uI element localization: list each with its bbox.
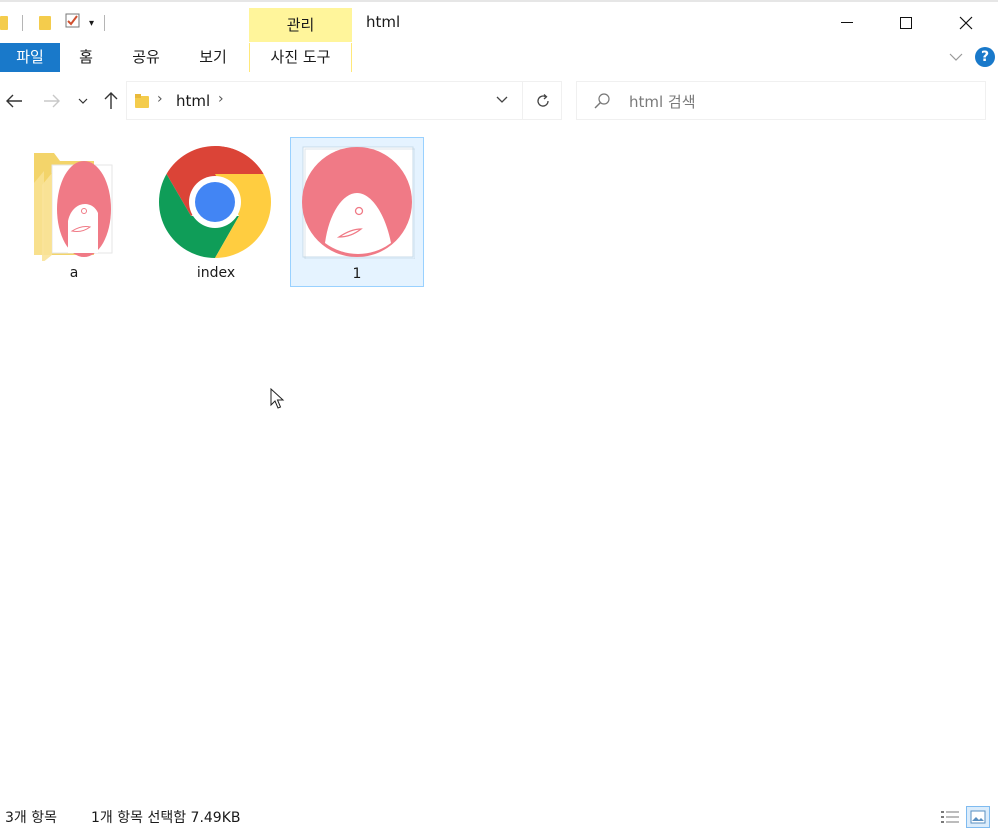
breadcrumb-separator-icon[interactable]: › [218, 91, 224, 107]
details-view-button[interactable] [938, 806, 962, 828]
breadcrumb-html[interactable]: html [176, 92, 210, 110]
back-button[interactable] [0, 88, 28, 114]
customize-toolbar-dropdown-icon[interactable]: ▾ [89, 18, 94, 29]
quick-access-toolbar: ▾ [0, 9, 106, 37]
tab-file[interactable]: 파일 [0, 43, 60, 72]
expand-ribbon-icon[interactable] [948, 50, 964, 66]
toolbar-divider [22, 15, 23, 31]
tab-picture-tools[interactable]: 사진 도구 [249, 43, 352, 72]
mouse-pointer-icon [270, 387, 286, 414]
tab-share[interactable]: 공유 [123, 43, 169, 72]
ribbon-tabs: 파일 홈 공유 보기 사진 도구 [0, 43, 998, 72]
address-bar[interactable]: › html › [126, 81, 562, 120]
item-label: index [196, 265, 236, 281]
folder-icon [135, 94, 149, 112]
chrome-icon [157, 144, 273, 264]
folder-icon[interactable] [0, 16, 8, 30]
item-label: 1 [352, 266, 362, 282]
toolbar-divider [104, 15, 106, 31]
maximize-button[interactable] [877, 8, 935, 38]
list-item-image-1[interactable]: 1 [290, 137, 424, 287]
new-folder-icon[interactable] [39, 16, 51, 30]
large-icons-view-button[interactable] [966, 806, 990, 828]
recent-locations-icon[interactable] [69, 88, 97, 114]
tab-manage-context[interactable]: 관리 [249, 8, 352, 42]
tab-view[interactable]: 보기 [190, 43, 236, 72]
tab-home[interactable]: 홈 [66, 43, 106, 72]
image-thumbnail-icon [299, 145, 416, 263]
search-input[interactable] [627, 90, 971, 114]
status-selection: 1개 항목 선택함 7.49KB [91, 810, 241, 826]
item-label: a [69, 265, 79, 281]
status-item-count: 3개 항목 [5, 810, 57, 826]
minimize-button[interactable] [818, 8, 876, 38]
close-button[interactable] [937, 8, 995, 38]
list-item-index[interactable]: index [149, 137, 283, 287]
help-icon[interactable]: ? [975, 47, 995, 67]
search-box[interactable] [576, 81, 986, 120]
address-history-dropdown-icon[interactable] [495, 92, 509, 110]
forward-button[interactable] [38, 88, 66, 114]
window-title: html [366, 13, 401, 31]
folder-with-image-icon [32, 151, 114, 265]
search-icon [593, 92, 611, 114]
breadcrumb-separator-icon[interactable]: › [157, 91, 163, 107]
window-top-border [0, 0, 998, 2]
status-bar: 3개 항목 1개 항목 선택함 7.49KB [0, 807, 998, 829]
properties-icon[interactable] [65, 13, 81, 33]
refresh-button[interactable] [522, 82, 563, 119]
up-button[interactable] [97, 88, 125, 114]
list-item-folder-a[interactable]: a [7, 137, 141, 287]
